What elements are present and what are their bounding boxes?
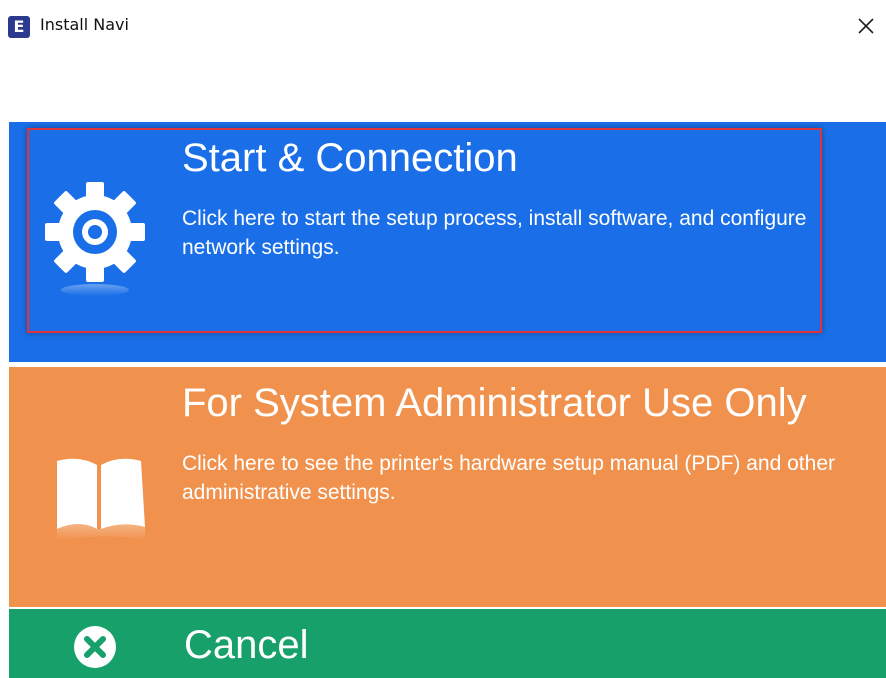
close-button[interactable]	[852, 12, 880, 40]
system-admin-button[interactable]: For System Administrator Use Only Click …	[9, 367, 886, 607]
start-connection-button[interactable]: Start & Connection Click here to start t…	[9, 122, 886, 362]
system-admin-description: Click here to see the printer's hardware…	[182, 452, 835, 504]
book-icon	[45, 447, 155, 562]
system-admin-title: For System Administrator Use Only	[182, 381, 807, 425]
start-connection-description: Click here to start the setup process, i…	[182, 207, 807, 259]
app-logo-icon: E	[8, 16, 30, 38]
cancel-icon	[73, 625, 117, 674]
cancel-button[interactable]: Cancel	[9, 609, 886, 678]
gear-icon	[39, 180, 151, 305]
title-bar: E Install Navi	[0, 0, 886, 52]
start-connection-title: Start & Connection	[182, 136, 518, 180]
window-title: Install Navi	[40, 15, 129, 34]
close-icon	[858, 18, 874, 34]
cancel-label: Cancel	[184, 623, 309, 667]
install-navi-window: E Install Navi Start & Connection Click …	[0, 0, 886, 678]
